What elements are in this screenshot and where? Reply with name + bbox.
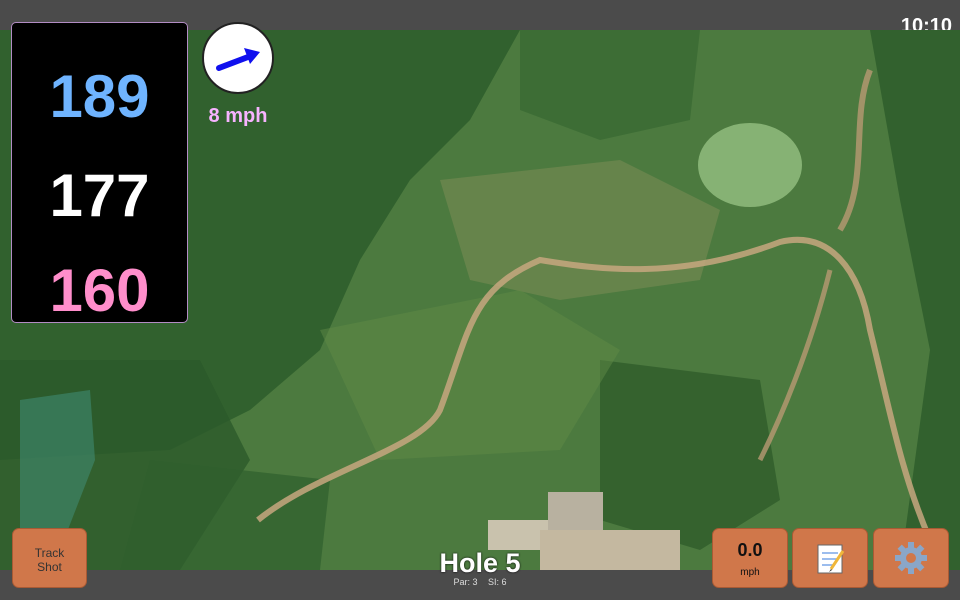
track-shot-label: Track Shot <box>34 546 65 574</box>
par-label: Par: 3 <box>453 577 478 587</box>
speed-unit: mph <box>740 567 760 578</box>
wind-direction-arrow-icon <box>216 48 260 71</box>
front-distance: 160 <box>49 257 150 324</box>
wind-indicator <box>202 22 274 94</box>
notes-button[interactable] <box>792 528 868 588</box>
stroke-index-label: SI: 6 <box>488 577 507 587</box>
speed-button[interactable]: 0.0 mph <box>712 528 788 588</box>
speed-value: 0.0 <box>737 540 763 560</box>
track-shot-button[interactable]: Track Shot <box>12 528 87 588</box>
gear-icon <box>895 542 927 574</box>
back-distance: 189 <box>49 63 150 130</box>
hole-meta: Par: 3 SI: 6 <box>380 577 580 587</box>
middle-distance: 177 <box>49 162 150 229</box>
settings-button[interactable] <box>873 528 949 588</box>
distance-panel: 189 177 160 <box>11 22 188 323</box>
notepad-icon <box>817 544 845 574</box>
wind-speed-label: 8 mph <box>208 105 268 127</box>
hole-title: Hole 5 <box>439 548 521 578</box>
